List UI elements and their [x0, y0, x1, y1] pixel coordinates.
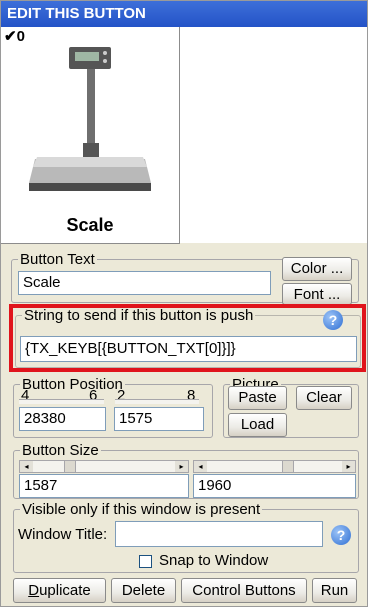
duplicate-button[interactable]: Duplicate — [13, 578, 106, 603]
help-icon[interactable]: ? — [331, 525, 351, 545]
size-height-input[interactable]: 1960 — [193, 474, 356, 498]
highlight-box — [9, 304, 366, 372]
panel-title: EDIT THIS BUTTON — [1, 1, 367, 27]
button-preview[interactable]: ✔0 Scale — [1, 27, 180, 244]
edit-button-panel: EDIT THIS BUTTON ✔0 Scale Button Text Sc… — [0, 0, 368, 607]
preview-background — [180, 27, 367, 243]
scale-image — [29, 47, 151, 191]
color-button[interactable]: Color ... — [282, 257, 352, 281]
size-width-thumb[interactable] — [64, 461, 76, 472]
snap-to-window-checkbox[interactable] — [139, 555, 152, 568]
control-buttons-button[interactable]: Control Buttons — [181, 578, 307, 603]
button-position-legend: Button Position — [22, 376, 123, 393]
visible-window-legend: Visible only if this window is present — [22, 501, 261, 518]
run-button[interactable]: Run — [312, 578, 357, 603]
clear-button[interactable]: Clear — [296, 386, 352, 410]
window-title-input[interactable] — [115, 521, 323, 547]
slider-right-arrow-icon[interactable]: ▸ — [175, 461, 188, 472]
load-button[interactable]: Load — [228, 413, 287, 437]
position-y-slider[interactable] — [115, 399, 199, 404]
size-height-thumb[interactable] — [282, 461, 294, 472]
position-x-input[interactable]: 28380 — [19, 407, 106, 431]
size-height-slider[interactable]: ◂ ▸ — [193, 460, 356, 473]
paste-button[interactable]: Paste — [228, 386, 287, 410]
slider-right-arrow-icon[interactable]: ▸ — [342, 461, 355, 472]
slider-left-arrow-icon[interactable]: ◂ — [20, 461, 33, 472]
preview-label: Scale — [66, 215, 114, 235]
snap-to-window-label: Snap to Window — [159, 552, 269, 569]
position-x-slider[interactable] — [19, 399, 104, 404]
delete-button[interactable]: Delete — [111, 578, 176, 603]
position-y-input[interactable]: 1575 — [114, 407, 204, 431]
window-title-label: Window Title: — [18, 526, 108, 543]
button-size-legend: Button Size — [22, 442, 99, 459]
button-text-input[interactable]: Scale — [18, 271, 271, 295]
font-button[interactable]: Font ... — [282, 283, 352, 305]
button-text-legend: Button Text — [20, 251, 95, 268]
slider-left-arrow-icon[interactable]: ◂ — [194, 461, 207, 472]
size-width-slider[interactable]: ◂ ▸ — [19, 460, 189, 473]
preview-check: ✔0 — [4, 28, 25, 45]
size-width-input[interactable]: 1587 — [19, 474, 189, 498]
